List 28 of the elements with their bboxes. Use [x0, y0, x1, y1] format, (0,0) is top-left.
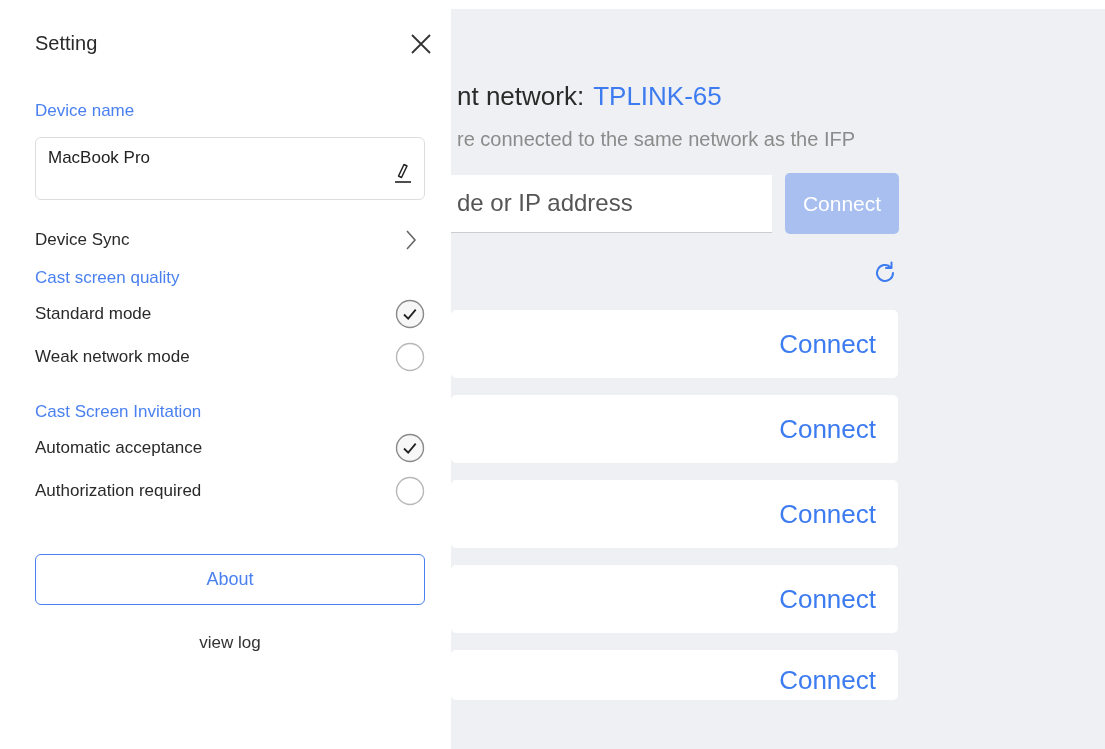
radio-option[interactable]: Authorization required: [35, 469, 425, 512]
address-field[interactable]: de or IP address: [451, 174, 772, 233]
close-icon[interactable]: [410, 32, 432, 55]
radio-circle-icon[interactable]: [395, 341, 425, 372]
network-name: TPLINK-65: [593, 81, 722, 112]
connect-link[interactable]: Connect: [779, 328, 876, 360]
radio-circle-icon[interactable]: [395, 298, 425, 329]
network-label: nt network:: [457, 81, 585, 112]
radio-circle-icon[interactable]: [395, 432, 425, 463]
view-log-link[interactable]: view log: [199, 633, 261, 653]
device-name-field[interactable]: MacBook Pro: [35, 137, 425, 200]
about-button[interactable]: About: [35, 554, 425, 605]
radio-circle-icon[interactable]: [395, 475, 425, 506]
hint-text: re connected to the same network as the IFP: [457, 128, 856, 151]
pencil-icon[interactable]: [393, 162, 413, 184]
radio-option[interactable]: Weak network mode: [35, 335, 425, 378]
section-label: Cast screen quality: [35, 267, 181, 289]
radio-option[interactable]: Automatic acceptance: [35, 426, 425, 469]
device-sync-item[interactable]: Device Sync: [35, 226, 425, 254]
section-label: Device name: [35, 100, 136, 122]
radio-option[interactable]: Standard mode: [35, 292, 425, 335]
connect-link[interactable]: Connect: [779, 413, 876, 445]
connect-link[interactable]: Connect: [779, 664, 876, 696]
chevron-right-icon: [405, 229, 417, 251]
connect-link[interactable]: Connect: [779, 583, 876, 615]
section-label: Cast Screen Invitation: [35, 401, 203, 423]
connect-link[interactable]: Connect: [779, 498, 876, 530]
panel-title: Setting: [35, 32, 98, 55]
